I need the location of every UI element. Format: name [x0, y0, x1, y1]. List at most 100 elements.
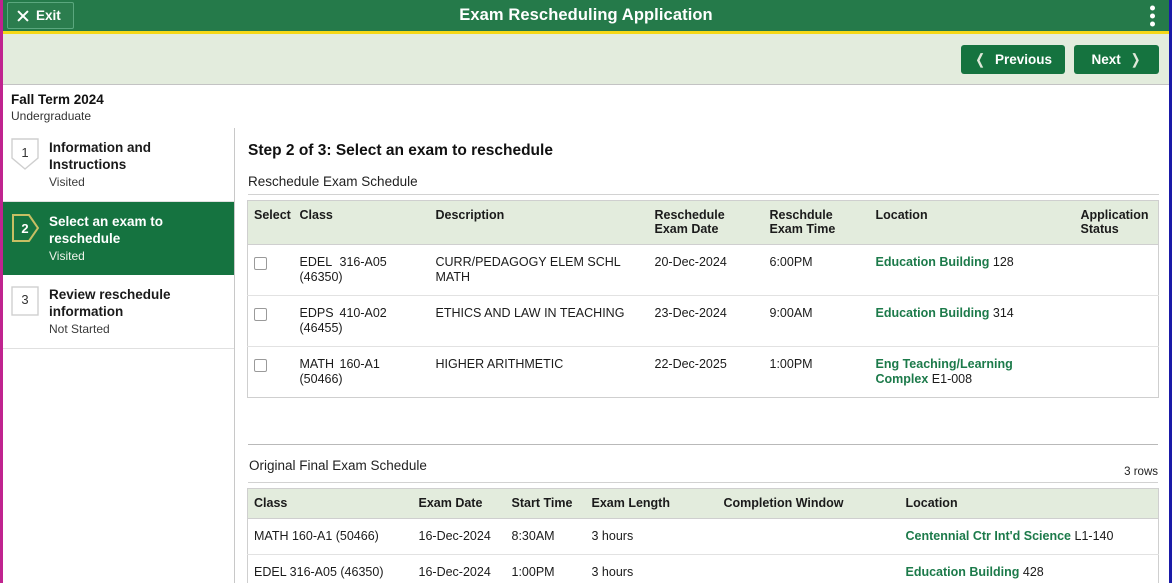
- original-section-label: Original Final Exam Schedule: [249, 458, 427, 473]
- column-header-reschedule-exam-time[interactable]: Reschdule Exam Time: [763, 200, 870, 245]
- column-header-description[interactable]: Description: [429, 200, 649, 245]
- table-row[interactable]: MATH 160-A1 (50466) HIGHER ARITHMETIC 22-…: [248, 347, 1159, 398]
- select-cell: [248, 347, 294, 398]
- step-number: 3: [21, 292, 29, 307]
- column-header-exam-length[interactable]: Exam Length: [585, 488, 718, 519]
- exam-length-cell: 3 hours: [585, 518, 718, 555]
- column-header-location[interactable]: Location: [899, 488, 1159, 519]
- location-room: E1-008: [931, 372, 973, 386]
- next-button[interactable]: Next ❭: [1074, 44, 1159, 74]
- exam-time-cell: 9:00AM: [763, 295, 870, 347]
- step-title: Review reschedule information: [49, 287, 171, 319]
- start-time-cell: 1:00PM: [505, 554, 586, 583]
- location-room: 314: [992, 306, 1014, 320]
- application-status-cell: [1075, 347, 1159, 398]
- description-cell: CURR/PEDAGOGY ELEM SCHL MATH: [429, 244, 649, 296]
- table-header-row: Class Exam Date Start Time Exam Length C…: [247, 488, 1159, 519]
- row-checkbox[interactable]: [254, 257, 267, 271]
- step-text-group: Review reschedule information Not Starte…: [49, 285, 226, 337]
- column-header-start-time[interactable]: Start Time: [505, 488, 586, 519]
- location-room: 128: [992, 255, 1014, 269]
- row-checkbox[interactable]: [254, 308, 267, 322]
- step-title: Information and Instructions: [49, 140, 151, 172]
- kebab-dot: [1150, 13, 1155, 18]
- sidebar-item-select-an-exam-to-reschedule[interactable]: 2 Select an exam to reschedule Visited: [3, 202, 234, 275]
- exam-time-cell: 6:00PM: [763, 244, 870, 296]
- exit-button-label: Exit: [36, 8, 61, 23]
- exam-time-cell: 1:00PM: [769, 357, 813, 371]
- select-cell: [247, 295, 294, 347]
- page-body: 1 Information and Instructions Visited 2…: [3, 128, 1169, 583]
- original-section-header: Original Final Exam Schedule 3 rows: [248, 458, 1158, 483]
- location-cell: Education Building 314: [869, 295, 1075, 347]
- column-header-location[interactable]: Location: [869, 200, 1075, 245]
- main-content: Step 2 of 3: Select an exam to reschedul…: [235, 128, 1169, 583]
- column-header-reschedule-exam-date[interactable]: Reschedule Exam Date: [648, 200, 764, 245]
- term-info: Fall Term 2024 Undergraduate: [3, 85, 1169, 128]
- step-text-group: Information and Instructions Visited: [49, 138, 226, 190]
- select-cell: [247, 244, 294, 296]
- exam-length-cell: 3 hours: [585, 554, 718, 583]
- sidebar-item-review-reschedule-information[interactable]: 3 Review reschedule information Not Star…: [3, 275, 234, 349]
- location-room: L1-140: [1074, 529, 1114, 543]
- section-divider: [248, 444, 1158, 445]
- row-checkbox[interactable]: [254, 359, 267, 373]
- wizard-navigation-bar: ❬ Previous Next ❭: [3, 34, 1169, 85]
- kebab-menu-icon[interactable]: [1150, 5, 1155, 26]
- exam-date-cell: 16-Dec-2024: [412, 518, 506, 555]
- previous-button[interactable]: ❬ Previous: [961, 44, 1065, 74]
- class-cell: MATH 160-A1 (50466): [294, 347, 430, 398]
- column-header-class[interactable]: Class: [293, 200, 430, 245]
- location-link[interactable]: Education Building: [876, 255, 990, 269]
- chevron-left-icon: ❬: [974, 51, 986, 67]
- class-cell: EDPS 410-A02 (46455): [293, 295, 430, 347]
- sidebar-item-information-and-instructions[interactable]: 1 Information and Instructions Visited: [3, 128, 234, 202]
- column-header-application-status[interactable]: Application Status: [1074, 200, 1159, 245]
- application-window: Exit Exam Rescheduling Application ❬ Pre…: [0, 0, 1172, 583]
- exit-button[interactable]: Exit: [7, 2, 74, 29]
- app-header: Exit Exam Rescheduling Application: [3, 0, 1169, 34]
- location-room: 428: [1022, 565, 1044, 579]
- step-number: 1: [21, 145, 29, 160]
- term-name: Fall Term 2024: [11, 92, 104, 107]
- exam-date-cell: 22-Dec-2025: [654, 357, 727, 371]
- description-cell: ETHICS AND LAW IN TEACHING: [429, 295, 649, 347]
- step-status: Not Started: [49, 322, 110, 336]
- step-badge-3: 3: [11, 285, 39, 317]
- reschedule-section-label: Reschedule Exam Schedule: [248, 174, 1159, 195]
- table-row[interactable]: EDEL 316-A05 (46350) 16-Dec-2024 1:00PM …: [247, 554, 1159, 583]
- reschedule-exam-schedule-table: Select Class Description Reschedule Exam…: [247, 200, 1159, 398]
- location-cell: Education Building 128: [869, 244, 1075, 296]
- application-status-cell: [1074, 244, 1159, 296]
- exam-date-cell: 23-Dec-2024: [648, 295, 764, 347]
- location-cell: Eng Teaching/Learning Complex E1-008: [870, 347, 1075, 398]
- class-cell: EDEL 316-A05 (46350): [247, 554, 413, 583]
- table-row[interactable]: MATH 160-A1 (50466) 16-Dec-2024 8:30AM 3…: [247, 518, 1159, 555]
- column-header-completion-window[interactable]: Completion Window: [717, 488, 900, 519]
- previous-button-label: Previous: [994, 51, 1052, 67]
- table-row[interactable]: EDEL 316-A05 (46350) CURR/PEDAGOGY ELEM S…: [247, 244, 1159, 296]
- column-header-class[interactable]: Class: [247, 488, 413, 519]
- table-header-row: Select Class Description Reschedule Exam…: [247, 200, 1159, 245]
- close-icon: [16, 9, 29, 22]
- kebab-dot: [1150, 5, 1155, 10]
- location-link[interactable]: Education Building: [906, 565, 1020, 579]
- location-link[interactable]: Centennial Ctr Int'd Science: [906, 529, 1072, 543]
- step-text-group: Select an exam to reschedule Visited: [49, 212, 226, 264]
- location-cell: Centennial Ctr Int'd Science L1-140: [899, 518, 1159, 555]
- step-heading: Step 2 of 3: Select an exam to reschedul…: [248, 142, 553, 159]
- step-title: Select an exam to reschedule: [49, 214, 164, 246]
- step-badge-2: 2: [11, 212, 39, 244]
- table-row[interactable]: EDPS 410-A02 (46455) ETHICS AND LAW IN TE…: [247, 295, 1159, 347]
- row-count-label: 3 rows: [1124, 466, 1158, 478]
- start-time-cell: 8:30AM: [505, 518, 586, 555]
- class-subject: EDEL: [299, 255, 333, 269]
- class-subject: MATH: [299, 357, 335, 371]
- column-header-exam-date[interactable]: Exam Date: [412, 488, 506, 519]
- class-cell: EDEL 316-A05 (46350): [293, 244, 430, 296]
- column-header-select[interactable]: Select: [247, 200, 294, 245]
- exam-date-cell: 20-Dec-2024: [648, 244, 764, 296]
- page-title: Exam Rescheduling Application: [459, 6, 713, 24]
- location-link[interactable]: Education Building: [876, 306, 990, 320]
- step-number: 2: [21, 220, 29, 236]
